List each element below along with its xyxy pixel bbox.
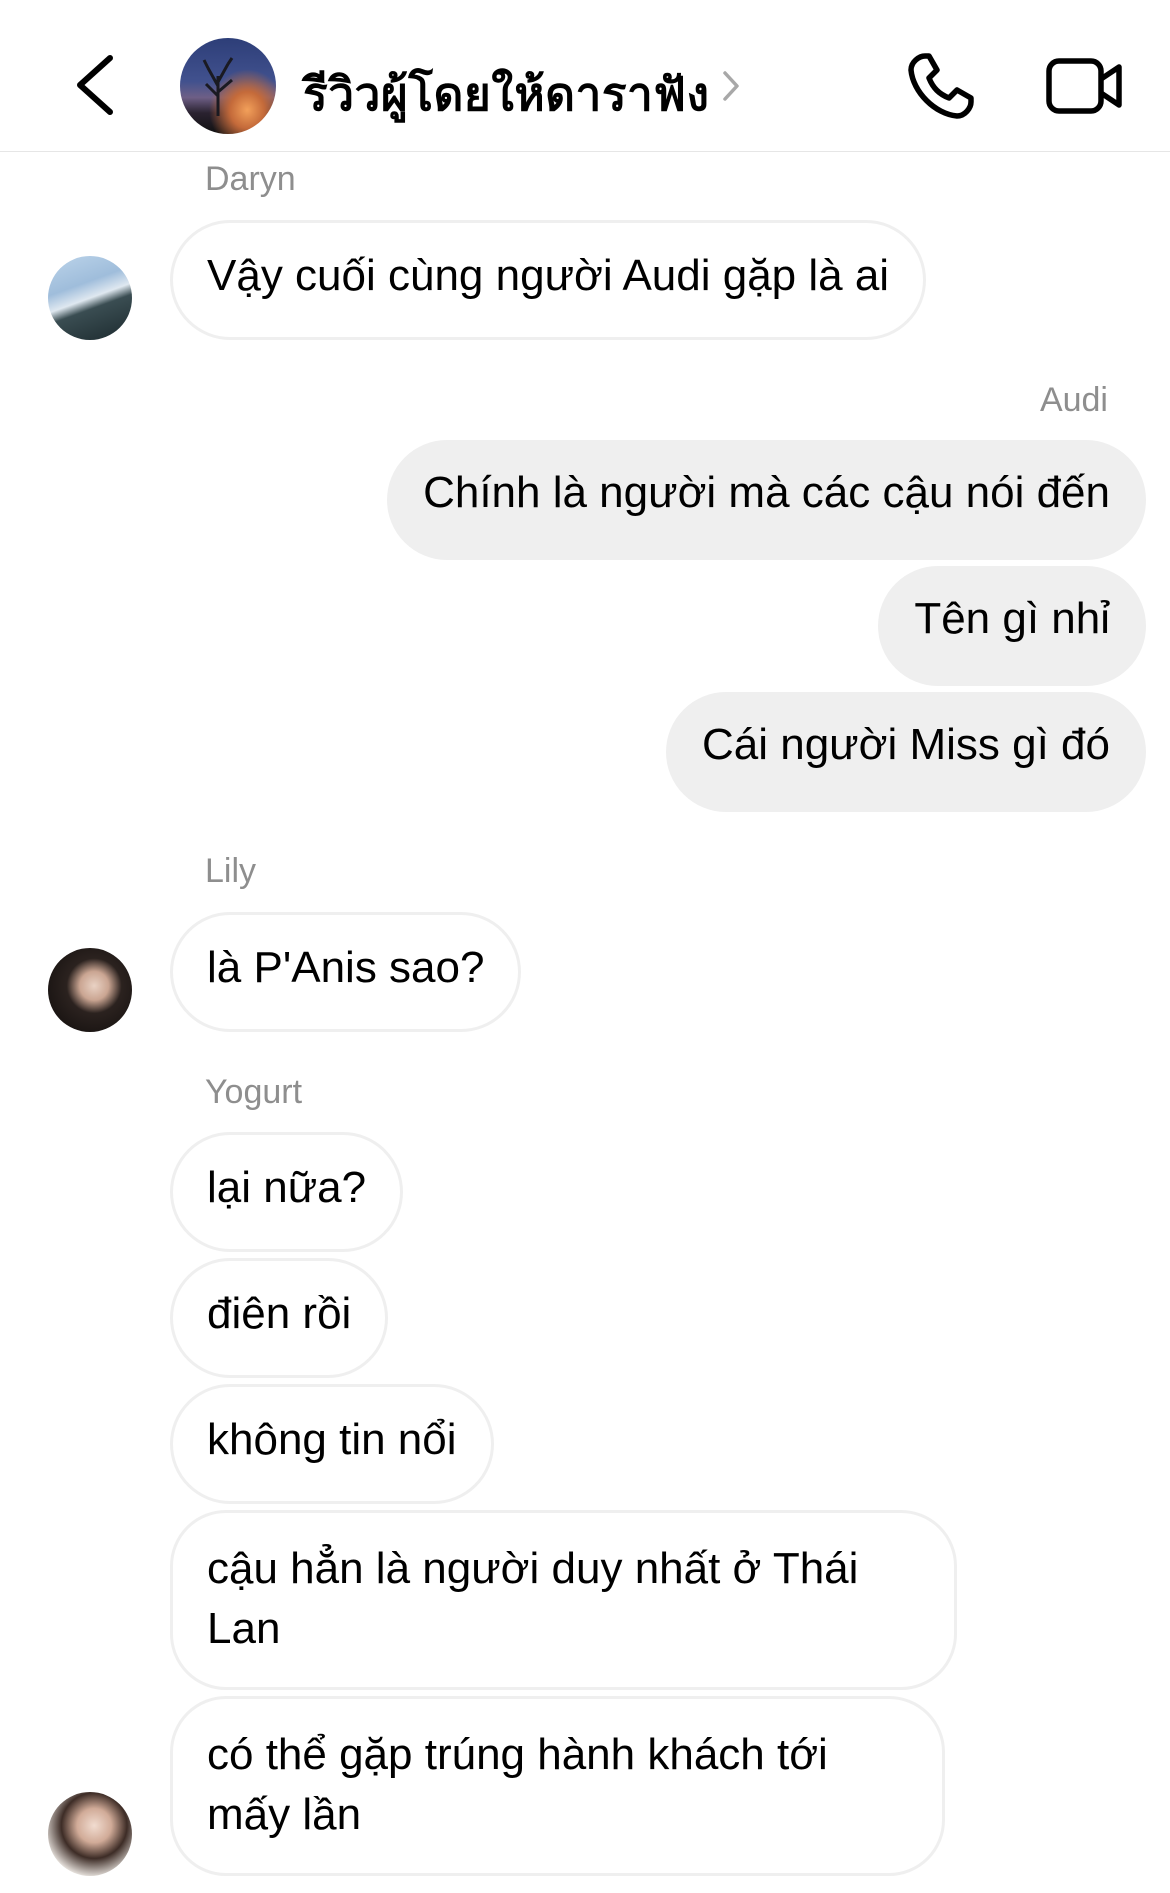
message-bubble[interactable]: cậu hẳn là người duy nhất ở Thái Lan — [170, 1510, 957, 1690]
phone-icon — [908, 53, 974, 119]
chevron-right-icon[interactable] — [720, 68, 742, 104]
chat-header: รีวิวผู้โดยให้ดาราฟัง — [0, 0, 1170, 152]
message-bubble[interactable]: Tên gì nhỉ — [878, 566, 1146, 686]
sender-name: Daryn — [205, 160, 296, 198]
call-button[interactable] — [905, 50, 977, 122]
message-bubble[interactable]: có thể gặp trúng hành khách tới mấy lần — [170, 1696, 945, 1876]
chevron-left-icon — [77, 55, 113, 115]
sender-name: Audi — [1039, 381, 1108, 419]
message-bubble[interactable]: điên rồi — [170, 1258, 389, 1378]
message-bubble[interactable]: Vậy cuối cùng người Audi gặp là ai — [170, 220, 927, 340]
chat-title[interactable]: รีวิวผู้โดยให้ดาราฟัง — [303, 58, 709, 131]
message-bubble[interactable]: lại nữa? — [170, 1132, 404, 1252]
video-camera-icon — [1046, 58, 1122, 114]
message-bubble[interactable]: Cái người Miss gì đó — [665, 692, 1146, 812]
group-avatar[interactable] — [180, 38, 276, 134]
back-button[interactable] — [70, 50, 124, 120]
video-call-button[interactable] — [1045, 55, 1125, 117]
sender-name: Lily — [205, 852, 257, 890]
message-bubble[interactable]: Chính là người mà các cậu nói đến — [387, 440, 1146, 560]
message-bubble[interactable]: là P'Anis sao? — [170, 912, 522, 1032]
avatar[interactable] — [48, 1792, 132, 1876]
message-bubble[interactable]: không tin nổi — [170, 1384, 494, 1504]
sender-name: Yogurt — [205, 1073, 303, 1111]
avatar[interactable] — [48, 948, 132, 1032]
avatar[interactable] — [48, 256, 132, 340]
tree-silhouette — [202, 57, 234, 116]
